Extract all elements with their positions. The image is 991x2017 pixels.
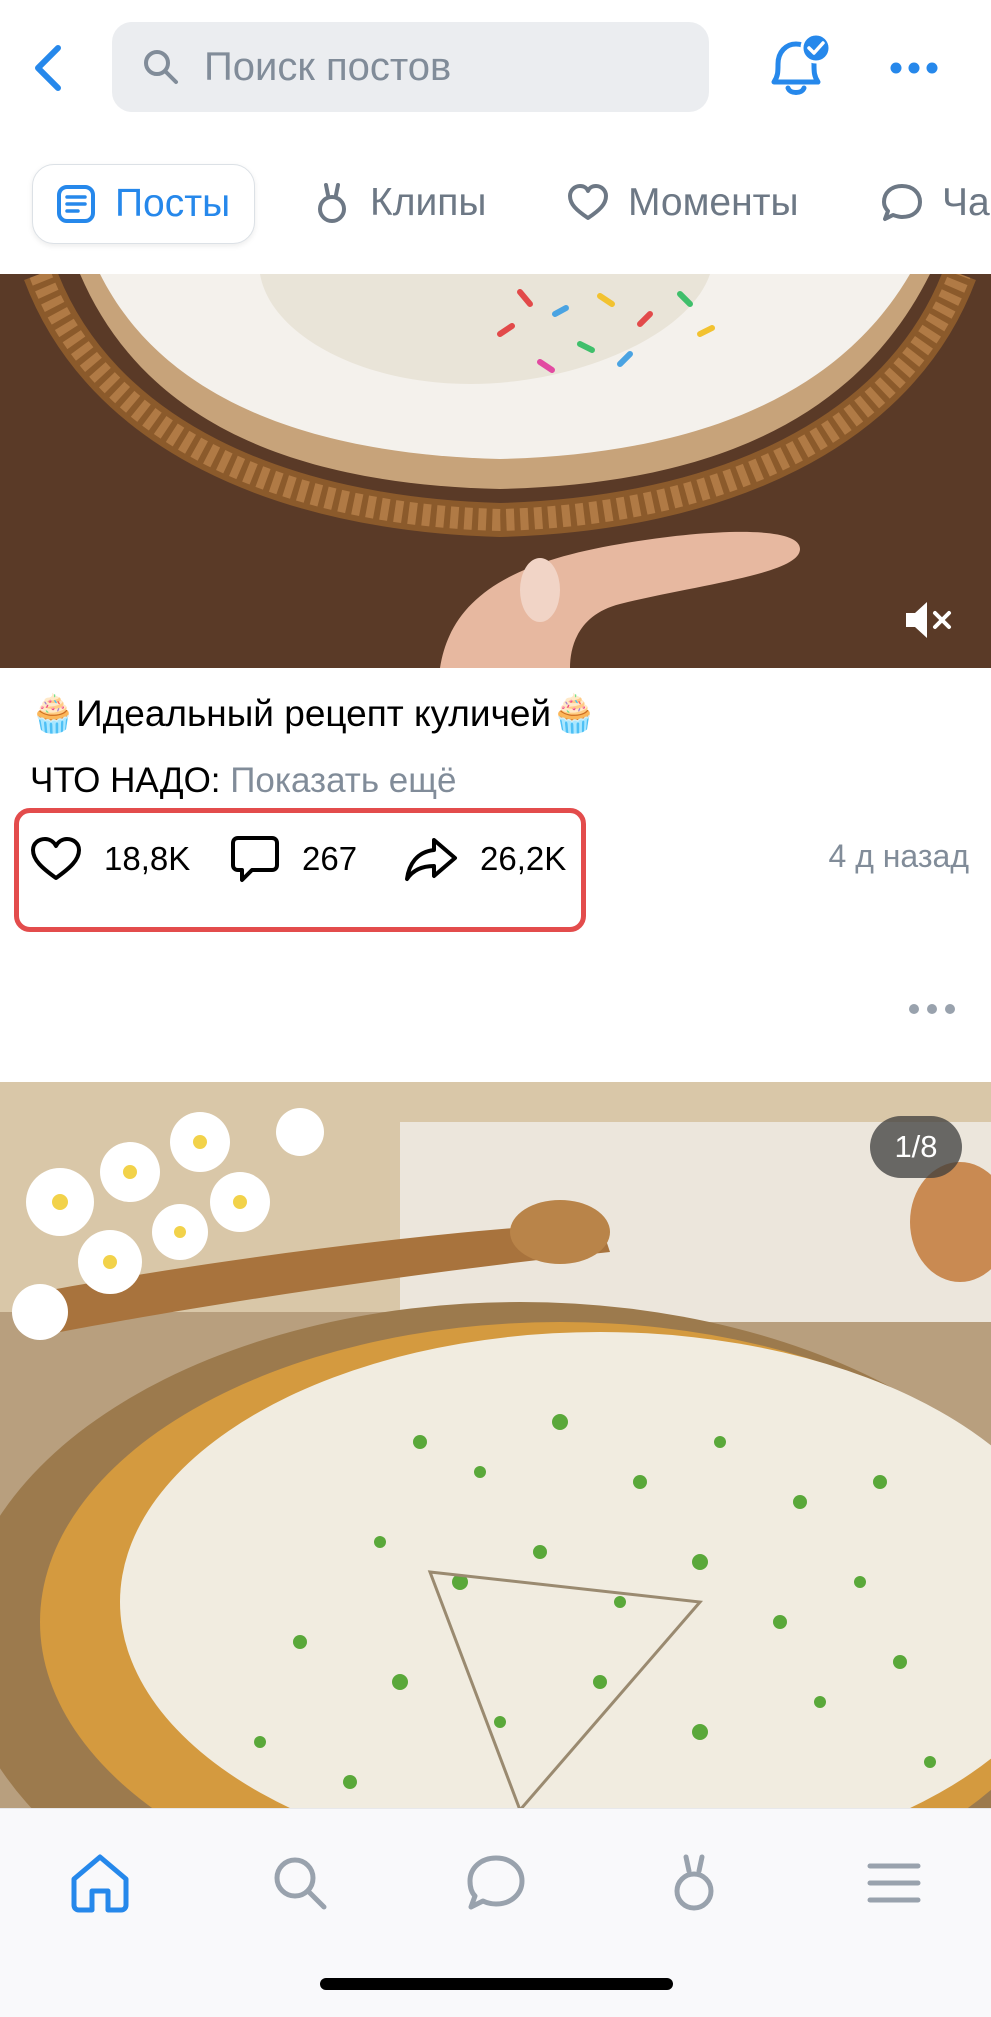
likes-count: 18,8K xyxy=(104,840,191,877)
heart-icon xyxy=(31,837,81,880)
show-more-link[interactable]: Показать ещё xyxy=(230,761,456,800)
tab-chats[interactable]: Ча xyxy=(880,164,990,242)
post-description: ЧТО НАДО: Показать ещё xyxy=(30,754,457,808)
posts-icon xyxy=(57,185,95,223)
photo-counter: 1/8 xyxy=(870,1116,962,1178)
search-icon xyxy=(144,50,178,84)
like-button[interactable]: 18,8K xyxy=(30,826,190,892)
more-horizontal-icon xyxy=(909,1004,955,1014)
comments-count: 267 xyxy=(302,840,358,877)
nav-clips[interactable] xyxy=(654,1843,734,1923)
volume-muted-icon xyxy=(906,602,951,638)
tabs-bar: Посты Клипы Моменты Ча xyxy=(0,150,991,260)
tab-posts[interactable]: Посты xyxy=(32,164,256,244)
mute-button[interactable] xyxy=(902,598,958,642)
more-horizontal-icon xyxy=(890,62,938,74)
shares-count: 26,2K xyxy=(480,840,567,877)
nav-menu[interactable] xyxy=(854,1843,934,1923)
search-input[interactable] xyxy=(204,22,684,112)
tab-moments[interactable]: Моменты xyxy=(566,164,799,242)
messages-icon xyxy=(467,1855,525,1910)
tab-clips[interactable]: Клипы xyxy=(312,164,486,242)
post-description-text: ЧТО НАДО: xyxy=(30,761,221,800)
pizza-image xyxy=(0,1082,991,1810)
post-time: 4 д назад xyxy=(828,838,970,874)
chat-icon xyxy=(882,184,922,221)
nav-search[interactable] xyxy=(260,1843,340,1923)
back-button[interactable] xyxy=(22,38,74,98)
clips-icon xyxy=(318,183,346,223)
post-video[interactable] xyxy=(0,274,991,668)
comment-button[interactable]: 267 xyxy=(230,826,357,892)
home-icon xyxy=(71,1854,129,1913)
tab-label: Моменты xyxy=(628,181,799,224)
comment-icon xyxy=(231,836,279,882)
back-chevron-icon xyxy=(35,45,61,91)
post-more-button[interactable] xyxy=(906,996,958,1022)
search-icon xyxy=(274,1857,327,1910)
share-icon xyxy=(405,838,457,881)
clips-icon xyxy=(674,1854,714,1911)
more-button[interactable] xyxy=(888,48,940,88)
nav-messages[interactable] xyxy=(456,1843,536,1923)
share-button[interactable]: 26,2K xyxy=(404,826,566,892)
bell-verified-icon xyxy=(771,32,832,95)
home-indicator xyxy=(320,1978,673,1990)
search-bar[interactable] xyxy=(112,22,709,112)
tab-label: Клипы xyxy=(370,181,487,224)
tab-label: Ча xyxy=(942,181,990,224)
tab-label: Посты xyxy=(115,182,231,225)
nav-home[interactable] xyxy=(60,1843,140,1923)
post-title: 🧁Идеальный рецепт куличей🧁 xyxy=(30,693,598,734)
notifications-button[interactable] xyxy=(760,32,832,100)
menu-icon xyxy=(867,1863,921,1903)
top-bar xyxy=(0,0,991,136)
post-photo[interactable] xyxy=(0,1082,991,1810)
kulich-basket-image xyxy=(0,274,991,668)
moments-icon xyxy=(568,184,608,220)
